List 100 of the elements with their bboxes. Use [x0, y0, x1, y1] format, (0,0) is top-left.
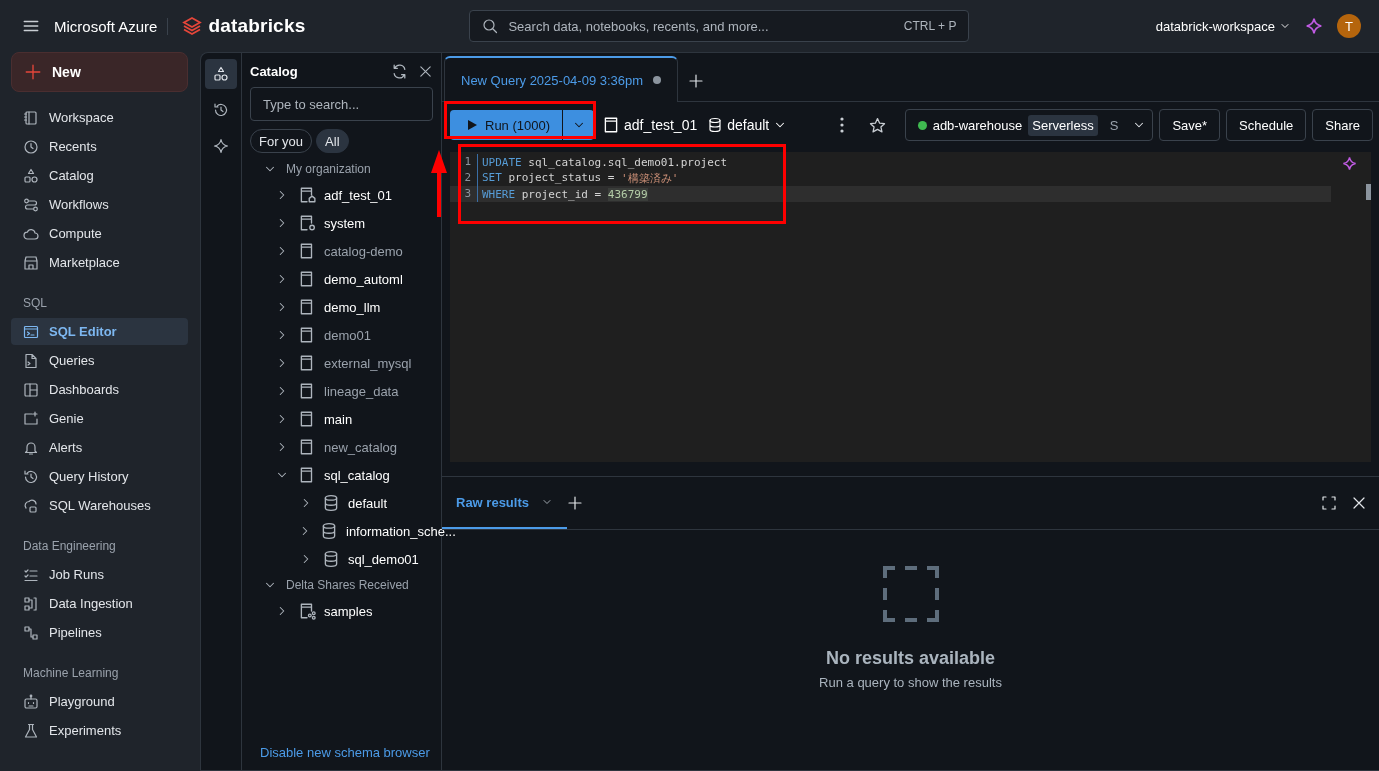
ingestion-icon [23, 595, 39, 612]
workflow-icon [23, 196, 39, 213]
toolbar-button[interactable]: Save* [1159, 109, 1221, 141]
tree-item[interactable]: main [324, 411, 353, 427]
tree-item[interactable]: lineage_data [324, 383, 399, 399]
tree-item[interactable]: external_mysql [324, 355, 412, 371]
sidebar-item[interactable]: Queries [11, 347, 188, 374]
empty-state-text: Run a query to show the results [819, 675, 1002, 690]
sidebar-item[interactable]: Workspace [11, 104, 188, 131]
sidebar-item[interactable]: Workflows [11, 191, 188, 218]
plus-icon [567, 495, 583, 511]
sidebar-item[interactable]: SQL Warehouses [11, 492, 188, 519]
sidebar-item[interactable]: Data Ingestion [11, 590, 188, 617]
catalog-selector[interactable]: adf_test_01 [600, 116, 700, 134]
section-heading: SQL [22, 295, 48, 312]
empty-selection-icon [882, 566, 939, 622]
database-icon [320, 522, 338, 540]
bell-icon [23, 439, 39, 456]
history-icon [213, 102, 229, 118]
results-tab[interactable]: Raw results [442, 477, 567, 529]
expand-icon [1321, 495, 1337, 511]
tree-item[interactable]: samples [324, 603, 373, 619]
refresh-icon [391, 62, 408, 80]
tree-item[interactable]: demo01 [324, 327, 371, 343]
sparkle-chat-icon [23, 410, 39, 427]
search-input[interactable]: Search data, notebooks, recents, and more... [506, 17, 896, 35]
sidebar-item[interactable]: Catalog [11, 162, 188, 189]
dashboard-icon [23, 381, 39, 398]
database-icon [322, 494, 340, 512]
shortcut-hint: CTRL + P [903, 19, 957, 33]
tree-group-label: Delta Shares Received [286, 578, 409, 592]
warehouse-name: adb-warehouse [932, 117, 1023, 133]
sidebar-item[interactable]: Pipelines [11, 619, 188, 646]
tree-item[interactable]: new_catalog [324, 439, 397, 455]
document-icon [23, 352, 39, 369]
sidebar-item[interactable]: Recents [11, 133, 188, 160]
tree-item[interactable]: sql_catalog [324, 467, 390, 483]
code-line: 1 UPDATE sql_catalog.sql_demo01.project [450, 154, 1331, 170]
plus-icon [24, 63, 42, 81]
rail-button[interactable] [205, 59, 237, 89]
toolbar-button[interactable]: Share [1312, 109, 1373, 141]
scrollbar-thumb[interactable] [1366, 184, 1371, 200]
terminal-icon [23, 323, 39, 340]
search-icon [482, 18, 499, 34]
sidebar-item[interactable]: Playground [11, 688, 188, 715]
tree-item[interactable]: catalog-demo [324, 243, 403, 259]
close-icon [418, 63, 433, 79]
sidebar-item[interactable]: Genie [11, 405, 188, 432]
plus-icon [688, 73, 705, 89]
catalog-house-icon [298, 186, 316, 204]
play-icon [468, 120, 477, 130]
workspace-selector[interactable]: databrick-workspace [1155, 18, 1291, 34]
sidebar-item[interactable]: Dashboards [11, 376, 188, 403]
tree-item[interactable]: system [324, 215, 366, 231]
disable-browser-link[interactable]: Disable new schema browser [250, 745, 433, 770]
tree-item[interactable]: demo_automl [324, 271, 403, 287]
sidebar-item[interactable]: Compute [11, 220, 188, 247]
sparkle-icon[interactable] [1305, 17, 1323, 35]
clock-icon [23, 138, 39, 155]
robot-icon [23, 693, 39, 710]
close-icon [1351, 495, 1367, 511]
filter-chip[interactable]: All [316, 129, 349, 153]
sidebar-item[interactable]: Alerts [11, 434, 188, 461]
history-icon [23, 468, 39, 485]
new-button[interactable]: New [11, 52, 188, 92]
flask-icon [23, 722, 39, 739]
sidebar-item[interactable]: Marketplace [11, 249, 188, 276]
annotation-arrow [430, 149, 448, 219]
tree-item[interactable]: sql_demo01 [348, 551, 419, 567]
search-field[interactable]: Search data, notebooks, recents, and more... CTRL + P [469, 10, 970, 42]
warehouse-selector[interactable]: adb-warehouse Serverless S [904, 109, 1154, 141]
code-editor[interactable]: 1 UPDATE sql_catalog.sql_demo01.project 2 SET project_status = '構築済み' 3 WHERE project_id = 436799 [450, 152, 1371, 462]
pipeline-icon [23, 624, 39, 641]
tree-item[interactable]: default [348, 495, 388, 511]
search-field[interactable]: Type to search... [250, 87, 433, 121]
sidebar-item[interactable]: Experiments [11, 717, 188, 744]
sparkle-icon[interactable] [1342, 156, 1357, 171]
sidebar-item[interactable]: Query History [11, 463, 188, 490]
line-number: 1 [450, 154, 478, 170]
empty-state-title: No results available [825, 648, 996, 669]
tree-item[interactable]: demo_llm [324, 299, 381, 315]
sidebar-item[interactable]: SQL Editor [11, 318, 188, 345]
database-icon [707, 117, 724, 133]
tree-group-label: My organization [286, 162, 371, 176]
warehouse-icon [23, 497, 39, 514]
user-avatar[interactable]: T [1337, 14, 1361, 38]
sidebar-item[interactable]: Job Runs [11, 561, 188, 588]
toolbar-button[interactable]: Schedule [1226, 109, 1307, 141]
shapes-icon [213, 66, 229, 82]
line-number: 3 [450, 186, 478, 202]
star-icon [869, 116, 887, 134]
layers-logo-icon [182, 16, 203, 36]
brand-name: Microsoft Azure [54, 17, 169, 35]
store-icon [23, 254, 39, 271]
section-heading: Data Engineering [22, 538, 117, 555]
tree-item[interactable]: adf_test_01 [324, 187, 392, 203]
schema-selector[interactable]: default [705, 117, 790, 133]
query-tab[interactable]: New Query 2025-04-09 3:36pm [444, 56, 679, 102]
database-icon [322, 550, 340, 568]
shapes-icon [23, 167, 39, 184]
